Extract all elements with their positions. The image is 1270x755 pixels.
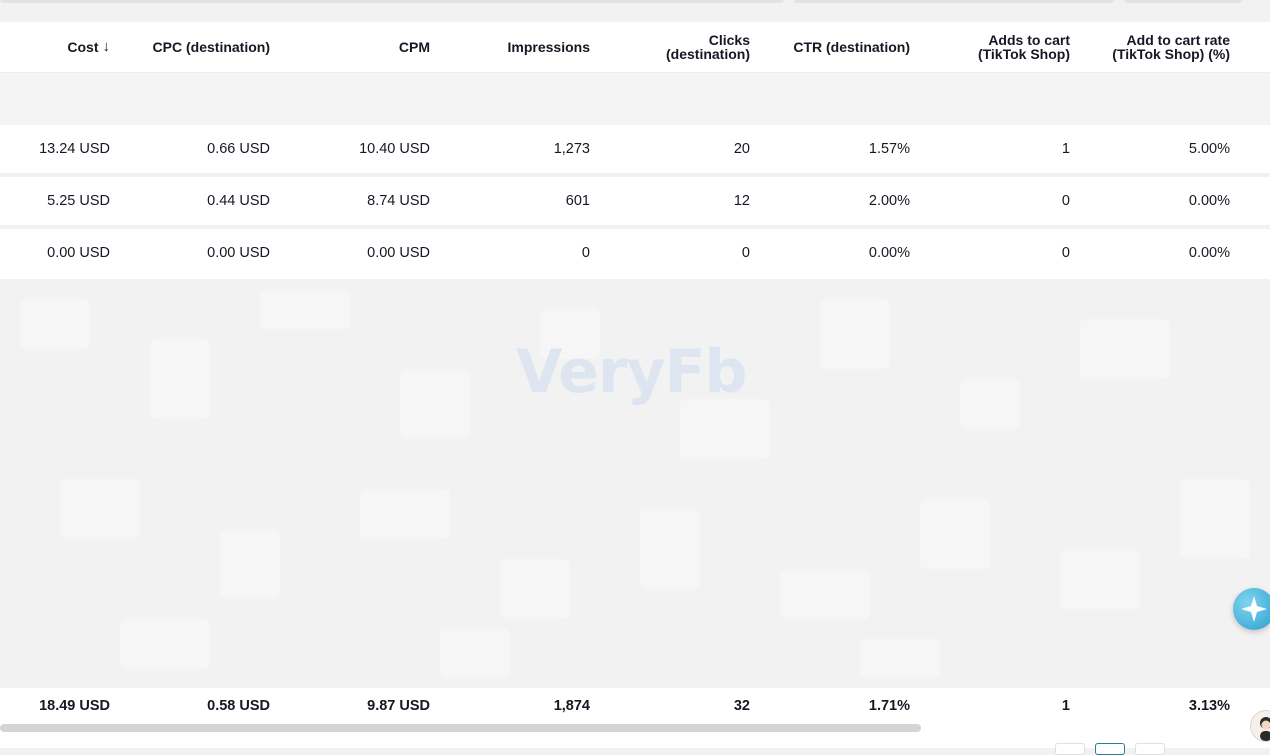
cell-cpc: 0.66 USD <box>207 125 270 173</box>
column-header-ctr[interactable]: CTR (destination) <box>760 22 910 72</box>
column-header-add-to-cart-rate[interactable]: Add to cart rate (TikTok Shop) (%) <box>1090 22 1230 72</box>
cell-cpc: 0.00 USD <box>207 229 270 277</box>
total-cpm: 9.87 USD <box>367 688 430 724</box>
toolbar-segment <box>1124 0 1242 3</box>
cell-impressions: 601 <box>566 177 590 225</box>
column-header-cpc[interactable]: CPC (destination) <box>120 22 270 72</box>
table-row[interactable]: 13.24 USD 0.66 USD 10.40 USD 1,273 20 1.… <box>0 125 1270 173</box>
column-header-label: Adds to cart (TikTok Shop) <box>960 33 1070 61</box>
cell-ctr: 2.00% <box>869 177 910 225</box>
cell-cpm: 0.00 USD <box>367 229 430 277</box>
cell-adds-to-cart: 0 <box>1062 177 1070 225</box>
column-header-label: Impressions <box>508 40 590 54</box>
watermark-logo: VeryFb <box>516 332 756 412</box>
cell-adds-to-cart: 1 <box>1062 125 1070 173</box>
column-header-label: Clicks (destination) <box>640 33 750 61</box>
table-totals-row: 18.49 USD 0.58 USD 9.87 USD 1,874 32 1.7… <box>0 688 1270 724</box>
column-header-clicks[interactable]: Clicks (destination) <box>640 22 750 72</box>
column-header-impressions[interactable]: Impressions <box>470 22 590 72</box>
table-row[interactable]: 0.00 USD 0.00 USD 0.00 USD 0 0 0.00% 0 0… <box>0 229 1270 279</box>
table-row[interactable]: 5.25 USD 0.44 USD 8.74 USD 601 12 2.00% … <box>0 177 1270 225</box>
cell-cost: 0.00 USD <box>47 229 110 277</box>
pagination-button[interactable] <box>1055 743 1085 755</box>
column-header-cost[interactable]: Cost ↓ <box>0 22 110 72</box>
table-header: Cost ↓ CPC (destination) CPM Impressions… <box>0 22 1270 73</box>
sparkle-star-icon[interactable] <box>1233 588 1270 630</box>
column-header-label: CTR (destination) <box>793 40 910 54</box>
cell-add-to-cart-rate: 5.00% <box>1189 125 1230 173</box>
cell-impressions: 0 <box>582 229 590 277</box>
total-ctr: 1.71% <box>869 688 910 724</box>
column-header-label: Add to cart rate (TikTok Shop) (%) <box>1090 33 1230 61</box>
cell-cpm: 8.74 USD <box>367 177 430 225</box>
toolbar-segment <box>794 0 1114 3</box>
cell-clicks: 20 <box>734 125 750 173</box>
column-header-cpm[interactable]: CPM <box>310 22 430 72</box>
total-cost: 18.49 USD <box>39 688 110 724</box>
cell-ctr: 0.00% <box>869 229 910 277</box>
table-spacer-row <box>0 73 1270 125</box>
cell-impressions: 1,273 <box>554 125 590 173</box>
pagination-button[interactable] <box>1135 743 1165 755</box>
toolbar-segment <box>0 0 784 3</box>
cell-cpm: 10.40 USD <box>359 125 430 173</box>
column-header-label: Cost <box>67 40 98 54</box>
cell-cost: 13.24 USD <box>39 125 110 173</box>
cell-clicks: 12 <box>734 177 750 225</box>
total-add-to-cart-rate: 3.13% <box>1189 688 1230 724</box>
total-cpc: 0.58 USD <box>207 688 270 724</box>
cell-cost: 5.25 USD <box>47 177 110 225</box>
cell-adds-to-cart: 0 <box>1062 229 1070 277</box>
top-toolbar-strip <box>0 0 1270 22</box>
column-header-label: CPC (destination) <box>153 40 270 54</box>
total-impressions: 1,874 <box>554 688 590 724</box>
scrollbar-thumb[interactable] <box>0 724 921 732</box>
cell-ctr: 1.57% <box>869 125 910 173</box>
pagination-button-current[interactable] <box>1095 743 1125 755</box>
column-header-label: CPM <box>399 40 430 54</box>
column-header-adds-to-cart[interactable]: Adds to cart (TikTok Shop) <box>960 22 1070 72</box>
cell-cpc: 0.44 USD <box>207 177 270 225</box>
cell-add-to-cart-rate: 0.00% <box>1189 229 1230 277</box>
total-adds-to-cart: 1 <box>1062 688 1070 724</box>
total-clicks: 32 <box>734 688 750 724</box>
cell-clicks: 0 <box>742 229 750 277</box>
cell-add-to-cart-rate: 0.00% <box>1189 177 1230 225</box>
sort-descending-icon[interactable]: ↓ <box>103 40 111 54</box>
